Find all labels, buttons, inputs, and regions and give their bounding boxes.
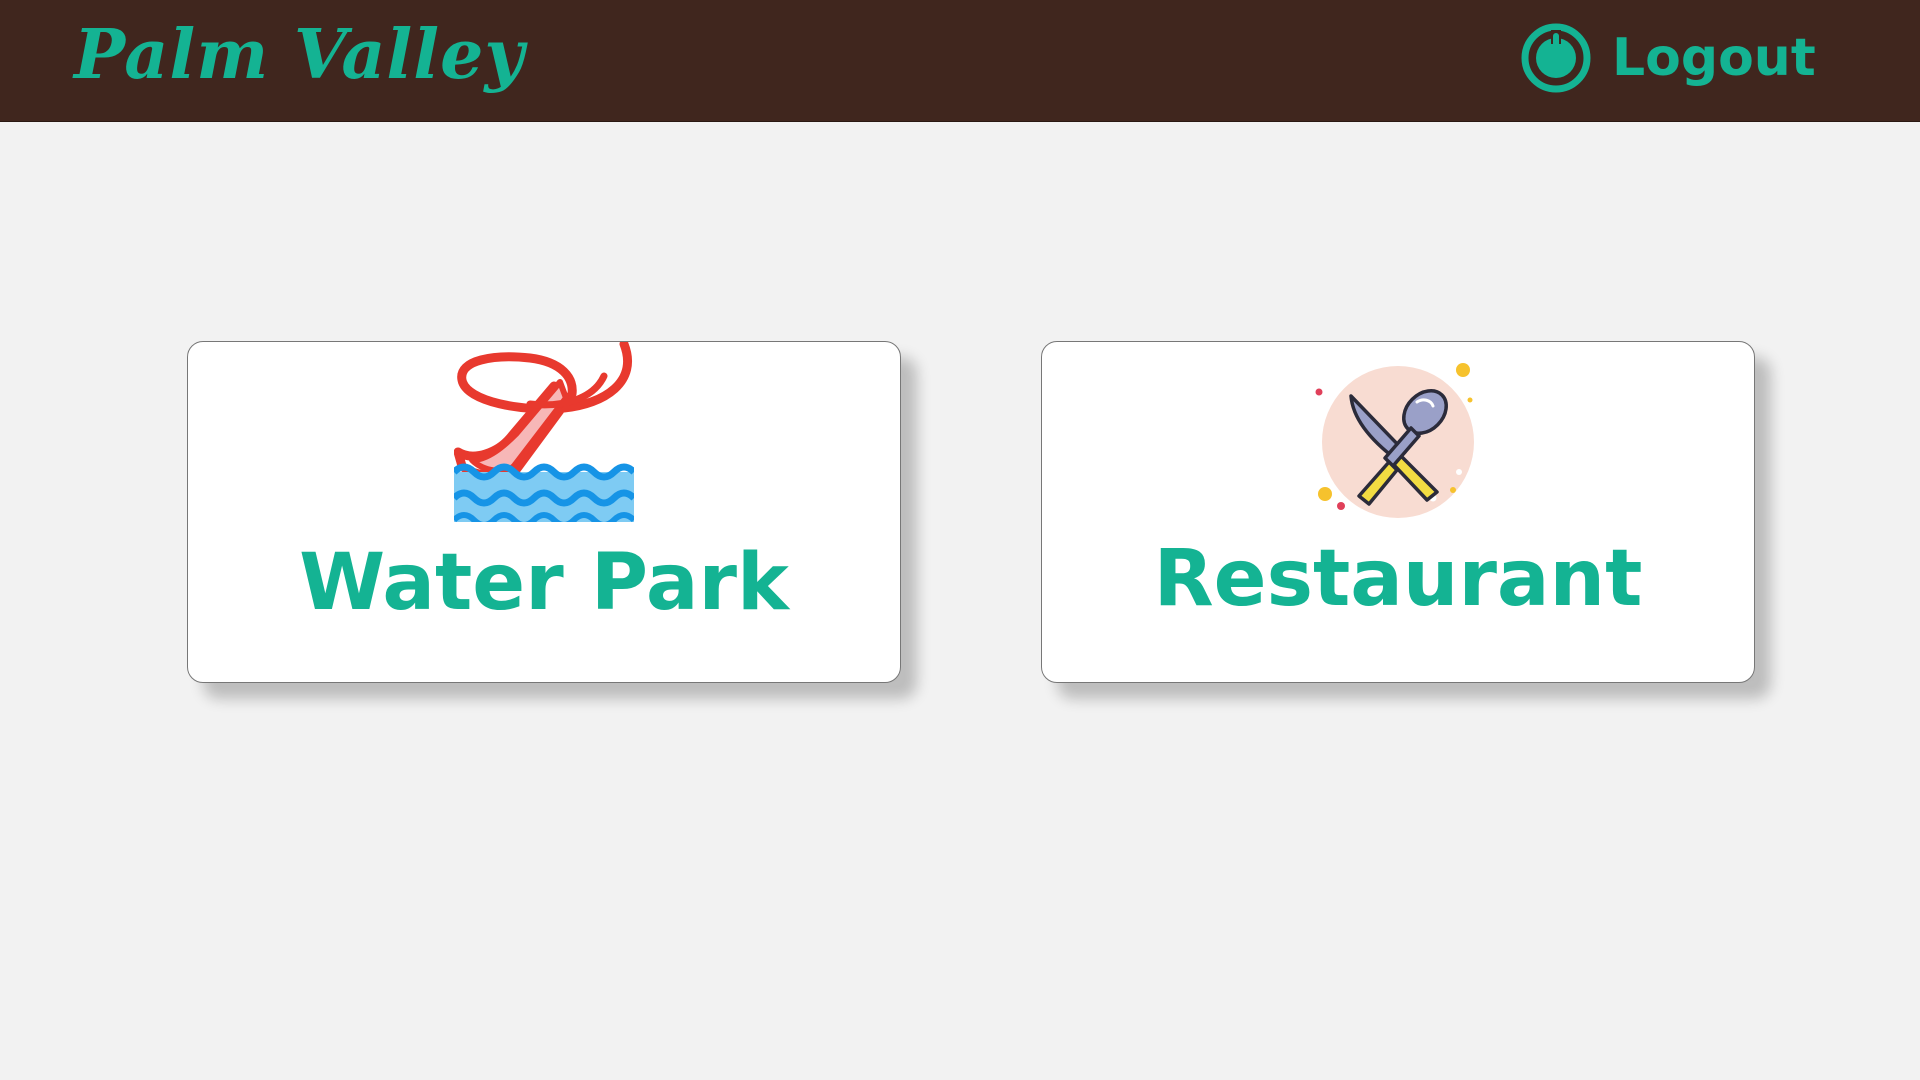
restaurant-card[interactable]: Restaurant (1041, 341, 1755, 683)
water-park-card[interactable]: Water Park (187, 339, 901, 683)
water-slide-icon (451, 339, 637, 528)
water-park-label: Water Park (299, 538, 789, 628)
brand-logo-text[interactable]: Palm Valley (74, 18, 525, 93)
logout-button[interactable]: Logout (1520, 22, 1816, 94)
power-icon[interactable] (1520, 22, 1592, 94)
logout-label[interactable]: Logout (1612, 28, 1816, 88)
knife-spoon-icon (1313, 362, 1483, 522)
restaurant-label: Restaurant (1153, 534, 1643, 624)
header-bar: Palm Valley Logout (0, 0, 1920, 122)
